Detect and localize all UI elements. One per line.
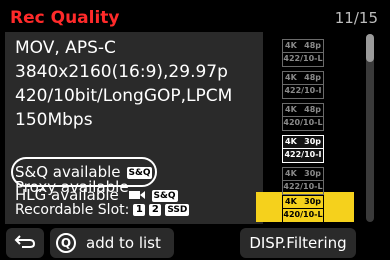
format-chip-selected[interactable]: 4K 30p 420/10-L [282,195,324,223]
screen-title: Rec Quality [10,8,120,28]
back-button[interactable] [6,228,44,258]
scrollbar[interactable] [366,34,374,222]
ssd-icon: SSD [165,204,190,216]
q-key-icon: Q [56,233,76,253]
add-to-list-button[interactable]: Q add to list [50,228,174,258]
format-chip[interactable]: 4K 30p 422/10-L [282,167,324,195]
disp-filtering-button[interactable]: DISP.Filtering [240,228,356,258]
format-chip[interactable]: 4K 48p 422/10-I [282,71,324,99]
sq-icon: S&Q [126,166,153,179]
add-to-list-label: add to list [86,234,161,252]
return-arrow-icon [14,233,36,253]
slot-2-icon: 2 [149,204,162,216]
bitdepth-text: 420/10bit/LongGOP,LPCM [15,86,233,106]
slot-1-icon: 1 [133,204,146,216]
resolution-text: 3840x2160(16:9),29.97p [15,62,228,82]
sq-icon: S&Q [151,189,178,202]
format-chip[interactable]: 4K 48p 422/10-L [282,39,324,67]
bottom-bar: Q add to list DISP.Filtering [0,226,390,260]
bitrate-text: 150Mbps [15,110,93,130]
proxy-available-text: Proxy available [15,178,129,196]
page-indicator: 11/15 [334,9,378,27]
codec-text: MOV, APS-C [15,38,116,58]
recordable-slot-row: Recordable Slot: 1 2 SSD [15,202,190,218]
format-chip[interactable]: 4K 48p 420/10-L [282,103,324,131]
format-chip-active[interactable]: 4K 30p 422/10-I [282,135,324,163]
format-list: 4K 48p 422/10-L 4K 48p 422/10-I 4K 48p 420/… [268,32,376,224]
scrollbar-thumb[interactable] [366,34,374,62]
recordable-slot-label: Recordable Slot: [15,202,130,218]
